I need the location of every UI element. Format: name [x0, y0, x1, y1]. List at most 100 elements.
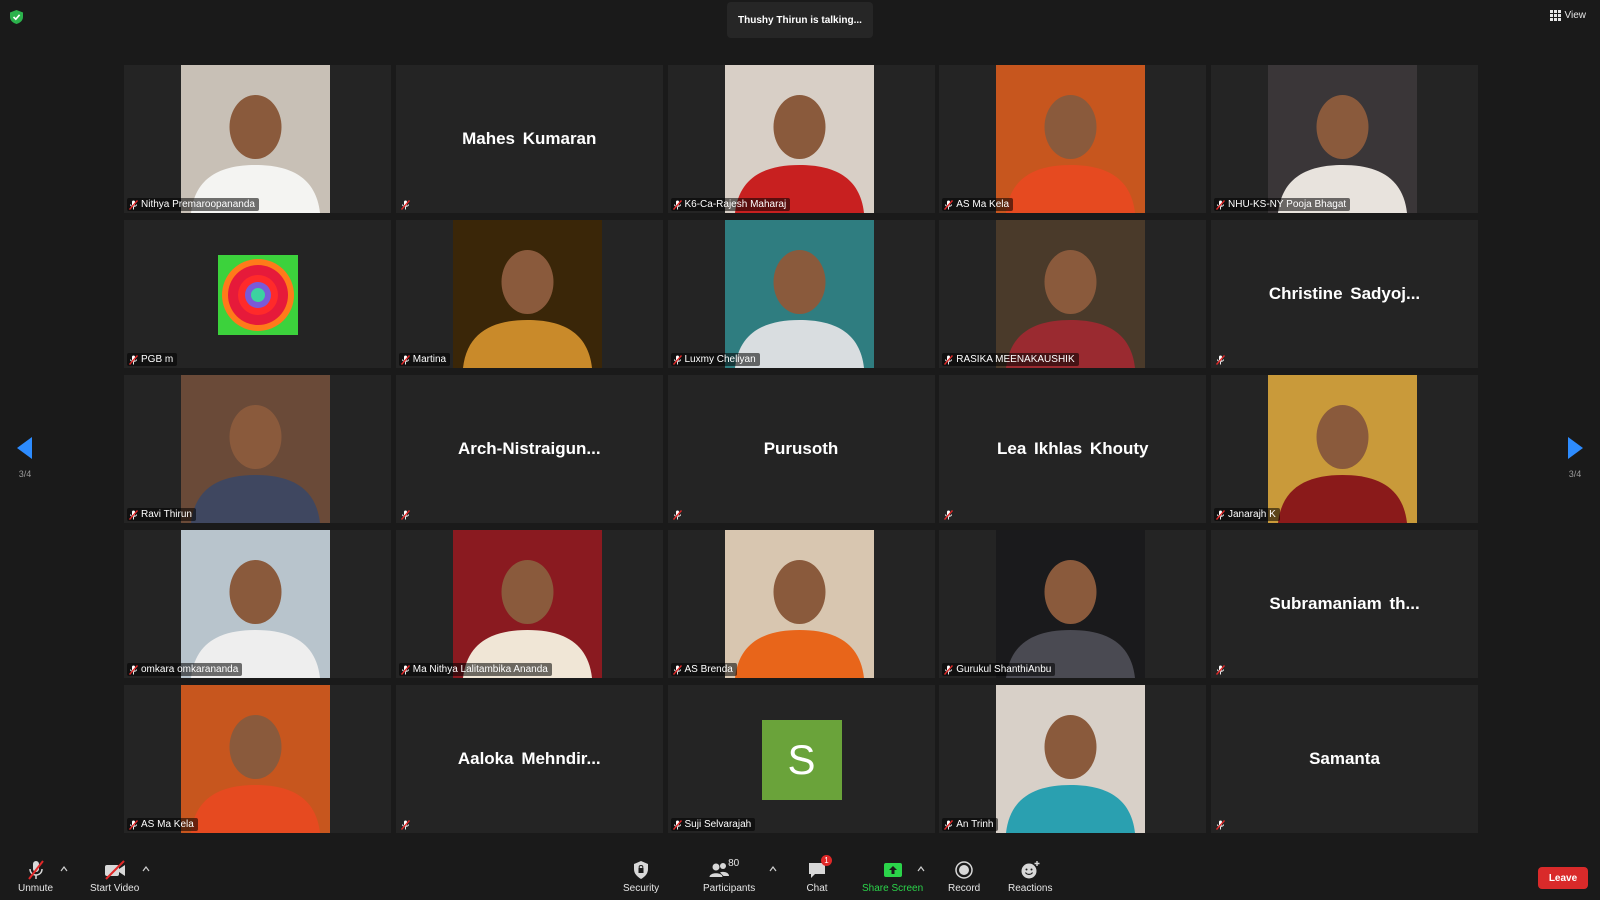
participant-tile[interactable]: Martina: [395, 220, 663, 368]
participant-name-label: [1214, 664, 1227, 676]
participant-video-feed: [181, 375, 330, 523]
muted-mic-icon: [944, 199, 954, 210]
share-options-chevron-up-icon[interactable]: [917, 865, 925, 873]
arrow-right-icon: [1568, 437, 1583, 459]
participant-silhouette: [996, 65, 1146, 213]
participant-name-label: Suji Selvarajah: [670, 818, 756, 831]
start-video-button[interactable]: Start Video: [90, 859, 139, 894]
participant-name-label: NHU-KS-NY Pooja Bhagat: [1214, 198, 1351, 211]
muted-mic-icon: [400, 510, 410, 520]
participant-tile[interactable]: Arch-Nistraigun...: [395, 375, 663, 523]
participant-name-label: [399, 819, 412, 831]
participant-video-feed: [996, 685, 1146, 833]
muted-mic-icon: [944, 510, 954, 520]
audio-options-chevron-up-icon[interactable]: [60, 865, 68, 873]
unmute-button[interactable]: Unmute: [18, 859, 53, 894]
gallery-grid-icon: [1549, 10, 1561, 21]
participant-tile[interactable]: PGB m: [124, 220, 391, 368]
participant-name-text: AS Ma Kela: [141, 819, 194, 830]
participant-initial-avatar: S: [761, 720, 842, 800]
participant-tile[interactable]: AS Ma Kela: [939, 65, 1207, 213]
participant-tile[interactable]: RASIKA MEENAKAUSHIK: [939, 220, 1207, 368]
security-shield-icon: [634, 861, 649, 879]
participant-silhouette: [724, 65, 874, 213]
participant-name-text: RASIKA MEENAKAUSHIK: [956, 354, 1075, 365]
video-options-chevron-up-icon[interactable]: [142, 865, 150, 873]
reactions-button[interactable]: Reactions: [1008, 859, 1052, 894]
participant-display-name: Samanta: [1309, 749, 1380, 768]
participants-button[interactable]: 80 Participants: [703, 858, 755, 894]
participant-display-name: Subramaniam th...: [1269, 594, 1420, 613]
participant-tile[interactable]: K6-Ca-Rajesh Maharaj: [667, 65, 935, 213]
security-button[interactable]: Security: [623, 859, 659, 894]
muted-mic-icon: [944, 664, 954, 675]
unmute-label: Unmute: [18, 883, 54, 894]
participant-silhouette: [1268, 65, 1417, 213]
participant-tile[interactable]: Gurukul ShanthiAnbu: [939, 530, 1207, 678]
participant-tile[interactable]: Ravi Thirun: [124, 375, 391, 523]
participant-silhouette: [181, 375, 330, 523]
participant-video-feed: [996, 65, 1146, 213]
record-button[interactable]: Record: [948, 859, 980, 894]
participant-tile[interactable]: Luxmy Cheliyan: [667, 220, 935, 368]
participant-tile[interactable]: Subramaniam th...: [1211, 530, 1478, 678]
participant-display-name: Purusoth: [763, 439, 839, 458]
muted-mic-icon: [400, 354, 410, 365]
participants-options-chevron-up-icon[interactable]: [769, 865, 777, 873]
chat-button[interactable]: 1 Chat: [806, 855, 832, 894]
share-screen-icon: [883, 863, 902, 877]
mandala-profile-image: [218, 255, 298, 335]
participant-tile[interactable]: AS Brenda: [667, 530, 935, 678]
participant-tile[interactable]: S Suji Selvarajah: [667, 685, 935, 833]
participant-silhouette: [1268, 375, 1417, 523]
participant-tile[interactable]: Mahes Kumaran: [395, 65, 663, 213]
participant-video-feed: [452, 220, 602, 368]
zoom-meeting-window: Thushy Thirun is talking... View 3/4 3/4…: [0, 0, 1600, 900]
view-label: View: [1564, 10, 1587, 21]
muted-mic-icon: [1216, 665, 1225, 675]
participant-video-feed: [181, 530, 330, 678]
previous-page-button[interactable]: 3/4: [10, 437, 40, 479]
participant-name-text: Gurukul ShanthiAnbu: [956, 664, 1052, 675]
muted-mic-icon: [944, 819, 954, 830]
participant-name-label: K6-Ca-Rajesh Maharaj: [670, 198, 791, 211]
leave-button[interactable]: Leave: [1538, 867, 1588, 889]
muted-mic-icon: [129, 664, 138, 675]
participant-tile[interactable]: NHU-KS-NY Pooja Bhagat: [1211, 65, 1478, 213]
participants-count: 80: [728, 858, 740, 869]
participant-silhouette: [996, 220, 1146, 368]
participant-name-text: An Trinh: [956, 819, 994, 830]
muted-mic-icon: [672, 510, 682, 520]
participant-tile[interactable]: omkara omkarananda: [124, 530, 391, 678]
participant-tile[interactable]: Nithya Premaroopananda: [124, 65, 391, 213]
participant-tile[interactable]: Ma Nithya Lalitambika Ananda: [395, 530, 663, 678]
start-video-label: Start Video: [90, 883, 140, 894]
participant-name-label: AS Ma Kela: [127, 818, 198, 831]
muted-mic-icon: [672, 664, 682, 675]
participant-tile[interactable]: Purusoth: [667, 375, 935, 523]
participant-name-label: AS Ma Kela: [942, 198, 1014, 211]
share-screen-button[interactable]: Share Screen: [862, 859, 923, 894]
participant-tile[interactable]: Janarajh K: [1211, 375, 1478, 523]
participant-tile[interactable]: AS Ma Kela: [124, 685, 391, 833]
chat-label: Chat: [806, 883, 828, 894]
next-page-button[interactable]: 3/4: [1560, 437, 1590, 479]
participant-video-feed: [724, 220, 874, 368]
video-camera-off-icon: [104, 860, 125, 880]
participant-name-text: Martina: [412, 354, 447, 365]
participant-tile[interactable]: Samanta: [1211, 685, 1478, 833]
view-button[interactable]: View: [1549, 10, 1587, 21]
participant-name-label: Martina: [398, 353, 451, 366]
muted-mic-icon: [400, 664, 410, 675]
participant-silhouette: [181, 685, 330, 833]
participant-tile[interactable]: An Trinh: [939, 685, 1207, 833]
participant-name-text: omkara omkarananda: [141, 664, 239, 675]
participant-video-feed: [181, 685, 330, 833]
participant-tile[interactable]: Christine Sadyoj...: [1211, 220, 1478, 368]
participant-tile[interactable]: Aaloka Mehndir...: [395, 685, 663, 833]
participant-name-label: [399, 509, 412, 521]
participant-name-label: Janarajh K: [1214, 508, 1280, 521]
record-icon: [955, 861, 973, 879]
participant-tile[interactable]: Lea Ikhlas Khouty: [939, 375, 1207, 523]
encryption-shield-icon[interactable]: [10, 10, 23, 24]
